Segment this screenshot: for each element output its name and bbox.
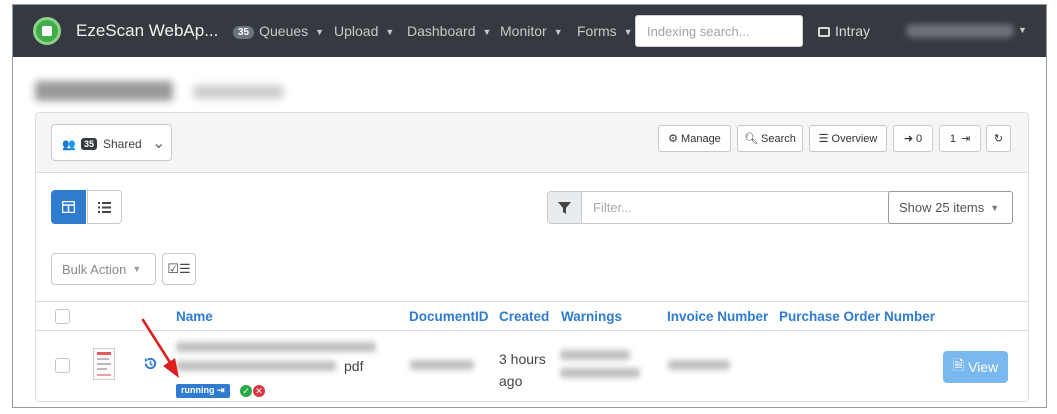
caret-down-icon: ▼: [553, 27, 563, 38]
manage-button[interactable]: ⚙ Manage: [658, 125, 731, 152]
document-name-suffix[interactable]: pdf: [344, 358, 363, 374]
card-toolbar: 👥 35 Shared ⌄ ⚙ Manage 🔍︎ Search ☰ Overview…: [36, 113, 1028, 173]
document-name-redacted: [176, 342, 376, 352]
col-document-id[interactable]: DocumentID: [409, 309, 489, 324]
indexing-search-input[interactable]: [635, 15, 803, 47]
grid-view-button[interactable]: [51, 190, 86, 224]
row-checkbox[interactable]: [55, 358, 70, 373]
ezescan-logo-icon[interactable]: [33, 17, 61, 45]
view-button[interactable]: 🗎 View: [943, 351, 1008, 383]
nav-dashboard[interactable]: Dashboard ▼: [407, 23, 491, 39]
nav-intray[interactable]: Intray: [818, 23, 870, 39]
list-view-button[interactable]: [87, 190, 122, 224]
bulk-action-dropdown[interactable]: Bulk Action ▼: [51, 253, 156, 285]
invoice-number-redacted: [668, 360, 730, 370]
nav-forms[interactable]: Forms ▼: [577, 23, 633, 39]
refresh-icon: ↻: [993, 133, 1004, 145]
caret-down-icon: ▼: [315, 27, 325, 38]
overview-button[interactable]: ☰ Overview: [809, 125, 887, 152]
nav-upload[interactable]: Upload ▼: [334, 23, 394, 39]
queues-count-badge: 35: [233, 26, 255, 39]
caret-down-icon[interactable]: ▼: [1018, 25, 1027, 35]
status-badge[interactable]: running ⇥: [176, 384, 230, 398]
shared-view-dropdown[interactable]: 👥 35 Shared ⌄: [51, 124, 172, 161]
filter-icon: [548, 192, 582, 223]
caret-down-icon: ▼: [623, 27, 633, 38]
caret-down-icon: ▼: [132, 264, 142, 274]
app-brand[interactable]: EzeScan WebAp...: [76, 21, 218, 41]
document-name-redacted: [176, 361, 336, 371]
list-icon: ☰: [818, 133, 829, 145]
inbox-icon: [818, 27, 830, 37]
gear-icon: ⚙: [668, 133, 679, 145]
top-navbar: EzeScan WebAp... 35 Queues ▼ Upload ▼ Dashb…: [13, 5, 1046, 57]
caret-down-icon: ▼: [990, 202, 1000, 213]
list-icon: [98, 201, 111, 213]
file-icon: 🗎: [952, 357, 965, 373]
document-thumbnail[interactable]: [93, 348, 115, 380]
checklist-icon: ☑☰: [167, 261, 191, 276]
caret-down-icon: ▼: [385, 27, 395, 38]
export-button[interactable]: 1 ⇥: [939, 125, 981, 152]
sign-out-icon: ⇥: [960, 133, 971, 145]
table-icon: [62, 201, 75, 213]
search-icon: 🔍︎: [744, 133, 759, 145]
sign-out-icon: ⇥: [217, 385, 225, 395]
warnings-redacted: [560, 350, 630, 360]
caret-down-icon: ▼: [482, 27, 492, 38]
page-size-select[interactable]: Show 25 items ▼: [888, 191, 1013, 224]
annotation-arrow: [141, 318, 179, 378]
shared-label: Shared: [103, 137, 142, 151]
import-button[interactable]: ➜ 0: [893, 125, 933, 152]
filter-input[interactable]: [583, 192, 883, 223]
times-circle-icon[interactable]: ✕: [253, 385, 265, 397]
nav-monitor[interactable]: Monitor ▼: [500, 23, 563, 39]
chevron-down-icon: ⌄: [152, 135, 166, 152]
sign-in-icon: ➜: [903, 133, 914, 145]
col-warnings[interactable]: Warnings: [561, 309, 622, 324]
user-menu-redacted[interactable]: [906, 24, 1014, 38]
refresh-button[interactable]: ↻: [986, 125, 1011, 152]
checklist-button[interactable]: ☑☰: [162, 253, 196, 285]
nav-queues[interactable]: 35 Queues ▼: [233, 23, 324, 39]
col-purchase-order-number[interactable]: Purchase Order Number: [779, 309, 935, 324]
select-all-checkbox[interactable]: [55, 309, 70, 324]
search-button[interactable]: 🔍︎ Search: [737, 125, 803, 152]
shared-count-badge: 35: [81, 138, 98, 150]
users-icon: 👥: [62, 139, 76, 151]
col-created[interactable]: Created: [499, 309, 549, 324]
col-invoice-number[interactable]: Invoice Number: [667, 309, 768, 324]
document-id-redacted: [410, 360, 474, 370]
warnings-redacted: [560, 368, 640, 378]
check-circle-icon[interactable]: ✓: [240, 385, 252, 397]
page-title-redacted: [35, 79, 283, 103]
created-time: 3 hours ago: [499, 351, 546, 389]
